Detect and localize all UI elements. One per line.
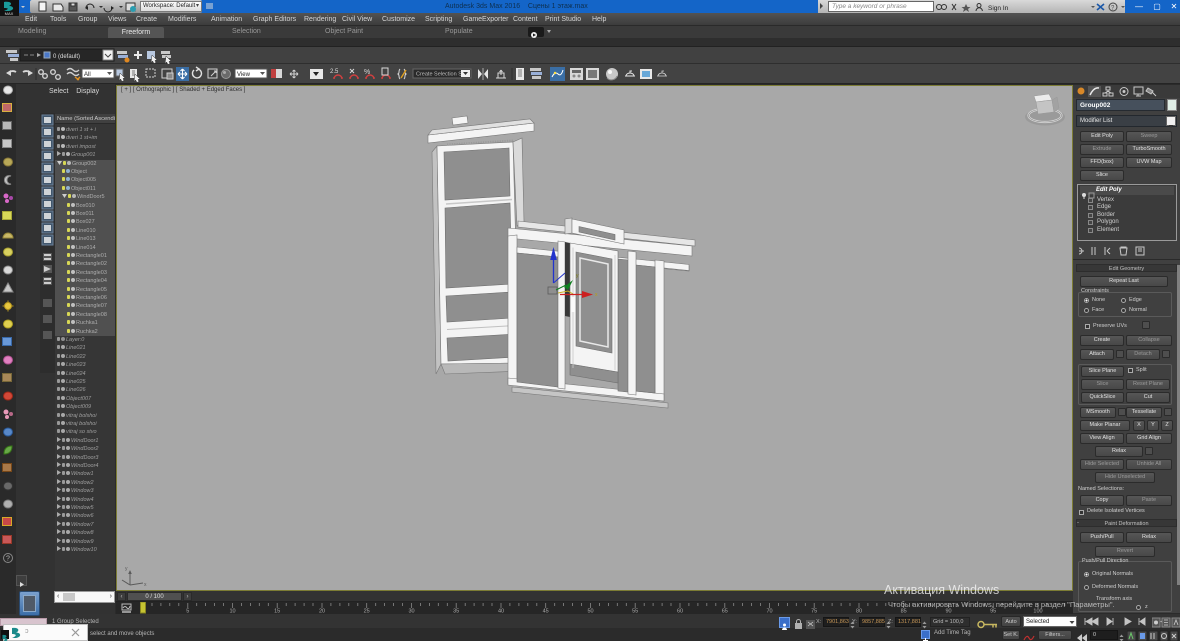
svg-text:70: 70 bbox=[766, 609, 772, 615]
svg-text:Create Selection S: Create Selection S bbox=[416, 72, 462, 78]
svg-text:30: 30 bbox=[408, 609, 414, 615]
svg-text:15: 15 bbox=[274, 609, 280, 615]
svg-text:60: 60 bbox=[677, 609, 683, 615]
svg-text:x: x bbox=[144, 582, 147, 588]
svg-text:65: 65 bbox=[722, 609, 728, 615]
svg-text:10: 10 bbox=[229, 609, 235, 615]
svg-text:20: 20 bbox=[319, 609, 325, 615]
svg-text:5: 5 bbox=[186, 609, 189, 615]
svg-text:0 (default): 0 (default) bbox=[53, 54, 80, 60]
svg-text:85: 85 bbox=[901, 609, 907, 615]
svg-text:55: 55 bbox=[632, 609, 638, 615]
svg-text:25: 25 bbox=[364, 609, 370, 615]
svg-text:75: 75 bbox=[811, 609, 817, 615]
svg-text:50: 50 bbox=[587, 609, 593, 615]
svg-text:All: All bbox=[84, 72, 91, 78]
svg-text:45: 45 bbox=[543, 609, 549, 615]
svg-text:Sign In: Sign In bbox=[988, 5, 1009, 12]
svg-text:2.5: 2.5 bbox=[330, 69, 339, 75]
svg-text:?: ? bbox=[6, 556, 10, 563]
svg-text:y: y bbox=[125, 566, 128, 572]
svg-text:35: 35 bbox=[453, 609, 459, 615]
svg-text:90: 90 bbox=[945, 609, 951, 615]
svg-text:80: 80 bbox=[856, 609, 862, 615]
svg-text:100: 100 bbox=[1033, 609, 1042, 615]
svg-text:MAX: MAX bbox=[5, 11, 14, 16]
svg-text:95: 95 bbox=[990, 609, 996, 615]
svg-text:%: % bbox=[364, 69, 370, 76]
svg-text:40: 40 bbox=[498, 609, 504, 615]
svg-text:View: View bbox=[237, 72, 251, 78]
